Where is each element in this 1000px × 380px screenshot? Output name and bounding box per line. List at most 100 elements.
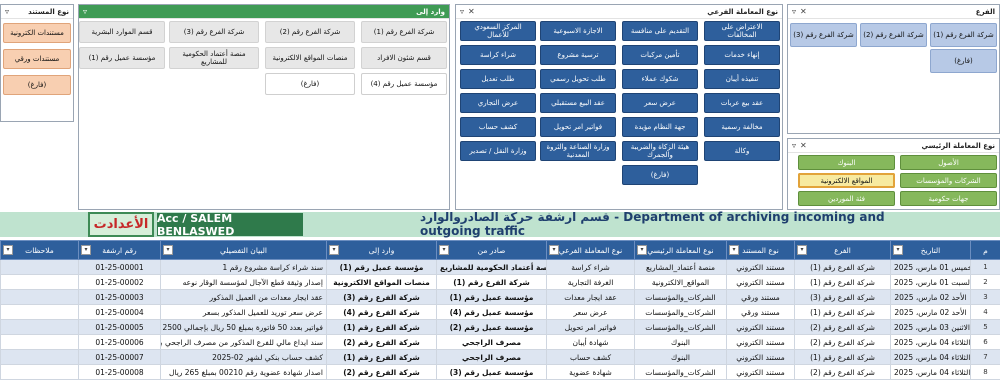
cell-date[interactable]: الاثنين 03 مارس، 2025 [891, 320, 971, 335]
cell-from[interactable]: شركة الفرع رقم (1) [437, 275, 547, 290]
cell-to[interactable]: شركة الفرع رقم (1) [327, 350, 437, 365]
slicer-item[interactable]: شراء كراسة [460, 45, 536, 65]
slicer-item[interactable]: التقديم على منافسة [622, 21, 698, 41]
cell-from[interactable]: مؤسسة عميل رقم (4) [437, 305, 547, 320]
cell-branch[interactable]: شركة الفرع رقم (2) [795, 320, 891, 335]
cell-main-type[interactable]: الشركات_والمؤسسات [635, 320, 727, 335]
cell-sub-type[interactable]: شهادة عضوية [547, 365, 635, 380]
cell-archive-no[interactable]: 01-25-00007 [79, 350, 161, 365]
cell-from[interactable]: مصرف الراجحي [437, 335, 547, 350]
filter-icon[interactable]: ▾ [549, 245, 559, 255]
cell-date[interactable]: الثلاثاء 04 مارس، 2025 [891, 335, 971, 350]
filter-icon[interactable]: ▾ [729, 245, 739, 255]
slicer-item[interactable]: جهات حكومية [900, 191, 997, 206]
cell-sub-type[interactable]: شهادة أيبان [547, 335, 635, 350]
table-row[interactable]: 01-25-00005فواتير بعدد 50 فاتورة بمبلغ 5… [1, 320, 1000, 335]
cell-to[interactable]: منصات المواقع الالكترونية [327, 275, 437, 290]
filter-icon[interactable]: ▾ [637, 245, 647, 255]
slicer-item[interactable]: (فارغ) [265, 73, 355, 95]
slicer-item[interactable]: شكوك عملاء [622, 69, 698, 89]
cell-doc-type[interactable]: مستند الكتروني [727, 320, 795, 335]
column-header-index[interactable]: م [971, 241, 1000, 260]
cell-branch[interactable]: شركة الفرع رقم (1) [795, 350, 891, 365]
cell-branch[interactable]: شركة الفرع رقم (2) [795, 335, 891, 350]
table-row[interactable]: 01-25-00004عرض سعر توريد للعميل المذكور … [1, 305, 1000, 320]
slicer-item[interactable]: فئة الموردين [798, 191, 895, 206]
cell-index[interactable]: 8 [971, 365, 1000, 380]
cell-detail[interactable]: كشف حساب بنكي لشهر 02-2025 [161, 350, 327, 365]
cell-from[interactable]: مؤسسة عميل رقم (3) [437, 365, 547, 380]
table-row[interactable]: 01-25-00007كشف حساب بنكي لشهر 02-2025شرك… [1, 350, 1000, 365]
cell-to[interactable]: شركة الفرع رقم (4) [327, 305, 437, 320]
cell-doc-type[interactable]: مستند ورقي [727, 290, 795, 305]
filter-icon[interactable]: ▾ [81, 245, 91, 255]
cell-detail[interactable]: إصدار وثيقة قطع الآجال لمؤسسة الوقار نوع… [161, 275, 327, 290]
cell-to[interactable]: شركة الفرع رقم (1) [327, 320, 437, 335]
slicer-item[interactable]: منصة أعتماد الحكومية للمشاريع [169, 47, 259, 69]
cell-from[interactable]: مصرف الراجحي [437, 350, 547, 365]
filter-icon[interactable]: ▾ [329, 245, 339, 255]
cell-detail[interactable]: اصدار شهادة عضوية رقم 00210 بمبلغ 265 ري… [161, 365, 327, 380]
settings-button[interactable]: الأعدادت [88, 212, 154, 237]
cell-date[interactable]: الخميس 01 مارس، 2025 [891, 260, 971, 275]
cell-doc-type[interactable]: مستند الكتروني [727, 260, 795, 275]
filter-icon[interactable]: ▾ [893, 245, 903, 255]
slicer-item[interactable]: طلب تحويل رسمي [540, 69, 616, 89]
cell-to[interactable]: شركة الفرع رقم (3) [327, 290, 437, 305]
cell-branch[interactable]: شركة الفرع رقم (3) [795, 290, 891, 305]
cell-index[interactable]: 6 [971, 335, 1000, 350]
table-row[interactable]: 01-25-00001سند شراء كراسة مشروع رقم 1مؤس… [1, 260, 1000, 275]
slicer-item[interactable]: شركة الفرع رقم (2) [860, 23, 927, 47]
cell-detail[interactable]: فواتير بعدد 50 فاتورة بمبلغ 50 ريال بإجم… [161, 320, 327, 335]
cell-archive-no[interactable]: 01-25-00008 [79, 365, 161, 380]
cell-main-type[interactable]: المواقع_الالكترونية [635, 275, 727, 290]
slicer-item[interactable]: شركة الفرع رقم (2) [265, 21, 355, 43]
cell-detail[interactable]: عرض سعر توريد للعميل المذكور بسعر [161, 305, 327, 320]
cell-doc-type[interactable]: مستند الكتروني [727, 275, 795, 290]
cell-index[interactable]: 1 [971, 260, 1000, 275]
cell-to[interactable]: شركة الفرع رقم (2) [327, 365, 437, 380]
cell-to[interactable]: شركة الفرع رقم (2) [327, 335, 437, 350]
cell-sub-type[interactable]: شراء كراسة [547, 260, 635, 275]
cell-notes[interactable] [1, 260, 79, 275]
slicer-item[interactable]: وكالة [704, 141, 780, 161]
column-header-archive-no[interactable]: ▾رقم ارشفة [79, 241, 161, 260]
slicer-item[interactable]: شركة الفرع رقم (1) [361, 21, 447, 43]
cell-date[interactable]: السبت 01 مارس، 2025 [891, 275, 971, 290]
cell-notes[interactable] [1, 365, 79, 380]
cell-date[interactable]: الأحد 02 مارس، 2025 [891, 305, 971, 320]
filter-icon[interactable]: ▾ [439, 245, 449, 255]
slicer-item[interactable]: عرض التجاري [460, 93, 536, 113]
slicer-item[interactable]: (فارغ) [3, 75, 71, 95]
filter-icon[interactable]: ▾ [163, 245, 173, 255]
cell-main-type[interactable]: منصة أعتماد_المشاريع [635, 260, 727, 275]
slicer-item[interactable]: شركة الفرع رقم (3) [790, 23, 857, 47]
slicer-item[interactable]: (فارغ) [622, 165, 698, 185]
cell-archive-no[interactable]: 01-25-00006 [79, 335, 161, 350]
filter-icon[interactable]: ▿ [5, 6, 9, 17]
slicer-item[interactable]: وزارة الصناعة والثروة المعدنية [540, 141, 616, 161]
slicer-item[interactable]: مستندات الكترونية [3, 23, 71, 43]
cell-detail[interactable]: عقد ايجار معدات من العميل المذكور [161, 290, 327, 305]
cell-notes[interactable] [1, 320, 79, 335]
cell-doc-type[interactable]: مستند الكتروني [727, 350, 795, 365]
slicer-item[interactable]: طلب تعديل [460, 69, 536, 89]
cell-branch[interactable]: شركة الفرع رقم (2) [795, 365, 891, 380]
slicer-item[interactable]: الشركات والمؤسسات [900, 173, 997, 188]
filter-icon[interactable]: ▿ [792, 6, 796, 17]
slicer-item[interactable]: قسم شئون الافراد [361, 47, 447, 69]
filter-icon[interactable]: ▿ [792, 140, 796, 151]
slicer-item[interactable]: تأمين مركبات [622, 45, 698, 65]
column-header-detail[interactable]: ▾البيان التفصيلي [161, 241, 327, 260]
cell-from[interactable]: مؤسسة عميل رقم (1) [437, 290, 547, 305]
cell-index[interactable]: 7 [971, 350, 1000, 365]
cell-archive-no[interactable]: 01-25-00002 [79, 275, 161, 290]
slicer-item[interactable]: كشف حساب [460, 117, 536, 137]
column-header-notes[interactable]: ▾ملاحظات [1, 241, 79, 260]
cell-archive-no[interactable]: 01-25-00005 [79, 320, 161, 335]
cell-main-type[interactable]: الشركات_والمؤسسات [635, 365, 727, 380]
slicer-item[interactable]: شركة الفرع رقم (1) [930, 23, 997, 47]
column-header-from[interactable]: ▾صادر من [437, 241, 547, 260]
slicer-item[interactable]: إنهاء خدمات [704, 45, 780, 65]
cell-detail[interactable]: سند شراء كراسة مشروع رقم 1 [161, 260, 327, 275]
